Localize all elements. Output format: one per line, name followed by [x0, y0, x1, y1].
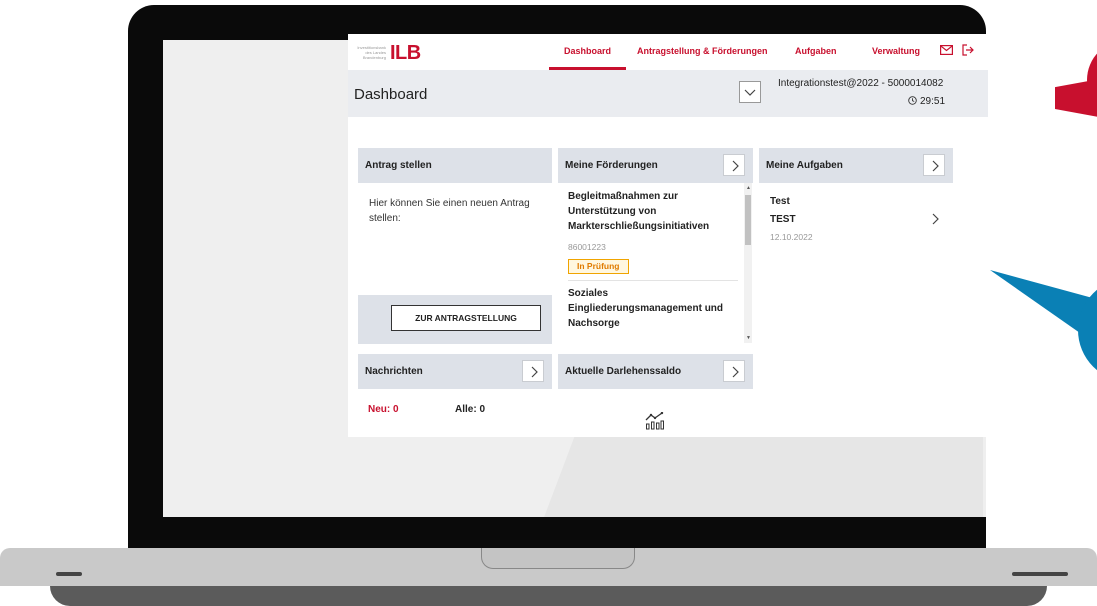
card-title: Meine Förderungen: [565, 160, 658, 171]
list-divider: [568, 280, 738, 281]
red-decor-shape: [1055, 53, 1097, 117]
user-dropdown-button[interactable]: [739, 81, 761, 103]
logout-icon[interactable]: [962, 44, 975, 56]
card-header: Meine Förderungen: [558, 148, 753, 183]
card-meine-aufgaben: Meine Aufgaben Test TEST 12.10.2022: [759, 148, 953, 298]
foerderung-title[interactable]: Soziales Eingliederungsmanagement und Na…: [568, 286, 738, 331]
card-antrag-stellen: Antrag stellen Hier können Sie einen neu…: [358, 148, 552, 344]
aufgabe-title: Test: [770, 196, 790, 207]
card-header: Meine Aufgaben: [759, 148, 953, 183]
foerderungen-list[interactable]: Begleitmaßnahmen zur Unterstützung von M…: [558, 183, 744, 343]
card-title: Aktuelle Darlehenssaldo: [565, 366, 682, 377]
card-header: Antrag stellen: [358, 148, 552, 183]
chevron-right-icon: [531, 366, 538, 378]
nav-dashboard[interactable]: Dashboard: [564, 46, 611, 56]
foerderungen-scrollbar[interactable]: ▲ ▼: [744, 183, 752, 343]
foerderung-number: 86001223: [568, 242, 606, 252]
mail-icon[interactable]: [940, 45, 953, 55]
aufgabe-date: 12.10.2022: [770, 232, 813, 242]
aufgabe-list-item[interactable]: Test TEST 12.10.2022: [759, 186, 953, 266]
page-title: Dashboard: [354, 86, 428, 103]
chevron-down-icon: [744, 89, 756, 96]
nav-verwaltung[interactable]: Verwaltung: [872, 46, 920, 56]
zur-antragstellung-button[interactable]: ZUR ANTRAGSTELLUNG: [391, 305, 541, 331]
chevron-right-icon: [732, 366, 739, 378]
card-title: Antrag stellen: [365, 160, 432, 171]
card-meine-foerderungen: Meine Förderungen Begleitmaßnahmen zur U…: [558, 148, 753, 343]
page-header: Dashboard Integrationstest@2022 - 500001…: [348, 70, 988, 117]
nachrichten-open-button[interactable]: [522, 360, 544, 382]
app-header: Investitionsbank des Landes Brandenburg …: [348, 34, 988, 70]
laptop-notch: [481, 548, 635, 569]
session-timer-value: 29:51: [920, 96, 946, 107]
logo-small-text: Investitionsbank des Landes Brandenburg: [357, 45, 386, 60]
chevron-right-icon: [932, 160, 939, 172]
aufgabe-subtitle: TEST: [770, 214, 796, 225]
card-header: Aktuelle Darlehenssaldo: [558, 354, 753, 389]
status-badge: In Prüfung: [568, 259, 629, 274]
card-title: Nachrichten: [365, 366, 423, 377]
antrag-description: Hier können Sie einen neuen Antrag stell…: [369, 198, 530, 224]
card-title: Meine Aufgaben: [766, 160, 843, 171]
ilb-logo[interactable]: Investitionsbank des Landes Brandenburg …: [352, 42, 427, 64]
chevron-right-icon: [732, 160, 739, 172]
laptop-port-left: [56, 572, 82, 576]
logo-brand: ILB: [390, 42, 421, 64]
user-info: Integrationstest@2022 - 5000014082: [778, 78, 944, 89]
app-window: Investitionsbank des Landes Brandenburg …: [348, 34, 988, 437]
clock-icon: [908, 96, 917, 105]
scroll-down-icon[interactable]: ▼: [746, 335, 751, 341]
chevron-right-icon[interactable]: [929, 213, 941, 225]
scrollbar-thumb[interactable]: [745, 195, 751, 245]
chart-icon: [645, 412, 664, 430]
antrag-footer: ZUR ANTRAGSTELLUNG: [358, 295, 552, 344]
laptop-port-right: [1012, 572, 1068, 576]
foerderungen-open-button[interactable]: [723, 154, 745, 176]
blue-decor-shape: [990, 270, 1097, 371]
card-darlehenssaldo: Aktuelle Darlehenssaldo: [558, 354, 753, 437]
aufgaben-open-button[interactable]: [923, 154, 945, 176]
nav-antragstellung[interactable]: Antragstellung & Förderungen: [637, 46, 768, 56]
card-nachrichten: Nachrichten Neu: 0 Alle: 0: [358, 354, 552, 437]
foerderung-title[interactable]: Begleitmaßnahmen zur Unterstützung von M…: [568, 189, 738, 234]
session-timer: 29:51: [908, 96, 945, 107]
scroll-up-icon[interactable]: ▲: [746, 185, 751, 191]
nachrichten-neu-count[interactable]: Neu: 0: [368, 404, 399, 415]
card-header: Nachrichten: [358, 354, 552, 389]
darlehen-open-button[interactable]: [723, 360, 745, 382]
nachrichten-alle-count[interactable]: Alle: 0: [455, 404, 485, 415]
nav-aufgaben[interactable]: Aufgaben: [795, 46, 837, 56]
